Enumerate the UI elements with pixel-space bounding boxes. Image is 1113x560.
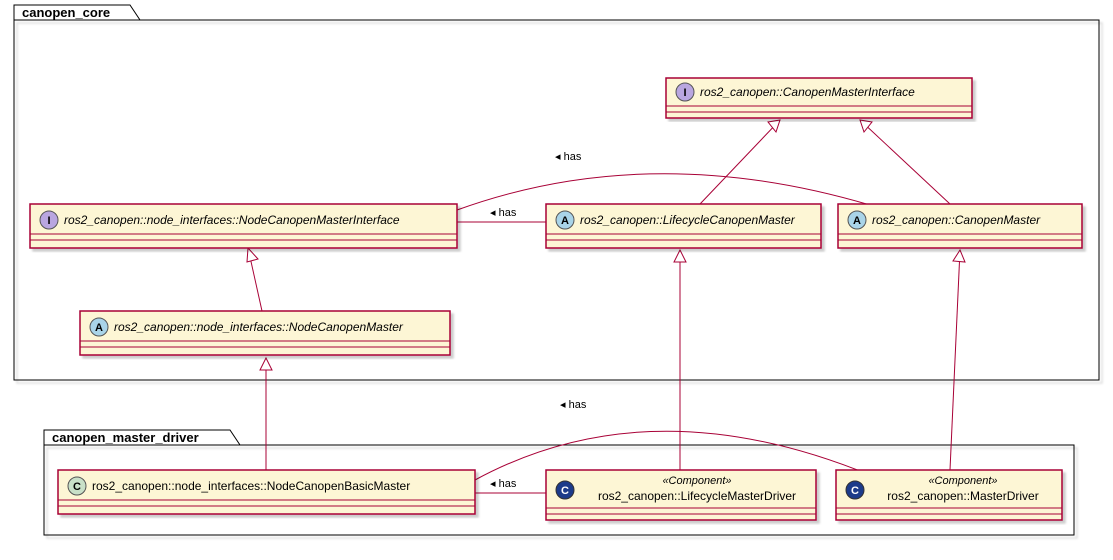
stereo-cm: A [853,215,861,227]
rel-md-cm [950,250,960,470]
class-cmi-name: ros2_canopen::CanopenMasterInterface [700,85,915,99]
rel-cm-cmi [860,120,950,204]
class-cm-name: ros2_canopen::CanopenMaster [872,213,1041,227]
rel-label-lcm-ncmi: ◂ has [490,207,517,219]
package-driver-label: canopen_master_driver [52,430,199,445]
class-canopenmaster: A ros2_canopen::CanopenMaster [838,204,1082,248]
arrow-ncbm-ncm [260,358,272,370]
rel-lcm-cmi [700,120,780,204]
stereo-ncmi: I [47,215,50,227]
stereo-md: C [851,485,859,497]
class-ncm-name: ros2_canopen::node_interfaces::NodeCanop… [114,320,404,334]
arrow-lmd-lcm [674,250,686,262]
class-lifecyclemasterdriver: C «Component» ros2_canopen::LifecycleMas… [546,470,816,520]
class-lcm-name: ros2_canopen::LifecycleCanopenMaster [580,213,796,227]
class-nodecanopenmaster: A ros2_canopen::node_interfaces::NodeCan… [80,311,450,355]
stereo-lcm: A [561,215,569,227]
class-lmd-name: ros2_canopen::LifecycleMasterDriver [598,489,796,503]
class-masterdriver: C «Component» ros2_canopen::MasterDriver [836,470,1062,520]
arrow-ncm-ncmi [247,248,258,262]
class-nodecanopenbasicmaster: C ros2_canopen::node_interfaces::NodeCan… [58,470,475,514]
rel-label-cm-ncmi: ◂ has [555,151,582,163]
class-ncbm-name: ros2_canopen::node_interfaces::NodeCanop… [92,479,410,493]
arrow-md-cm [953,250,965,262]
stereo-lmd: C [561,485,569,497]
stereo-ncbm: C [73,481,81,493]
class-md-name: ros2_canopen::MasterDriver [887,489,1038,503]
rel-label-md-ncbm: ◂ has [560,399,587,411]
class-nodecanopenmasterinterface: I ros2_canopen::node_interfaces::NodeCan… [30,204,457,248]
class-md-stereo: «Component» [928,475,997,487]
class-lifecyclecanopenmaster: A ros2_canopen::LifecycleCanopenMaster [546,204,821,248]
class-lmd-stereo: «Component» [662,475,731,487]
package-core-label: canopen_core [22,5,110,20]
rel-label-lmd-ncbm: ◂ has [490,478,517,490]
class-ncmi-name: ros2_canopen::node_interfaces::NodeCanop… [64,213,400,227]
class-canopenmasterinterface: I ros2_canopen::CanopenMasterInterface [666,78,972,118]
stereo-ncm: A [95,322,103,334]
stereo-cmi: I [683,87,686,99]
